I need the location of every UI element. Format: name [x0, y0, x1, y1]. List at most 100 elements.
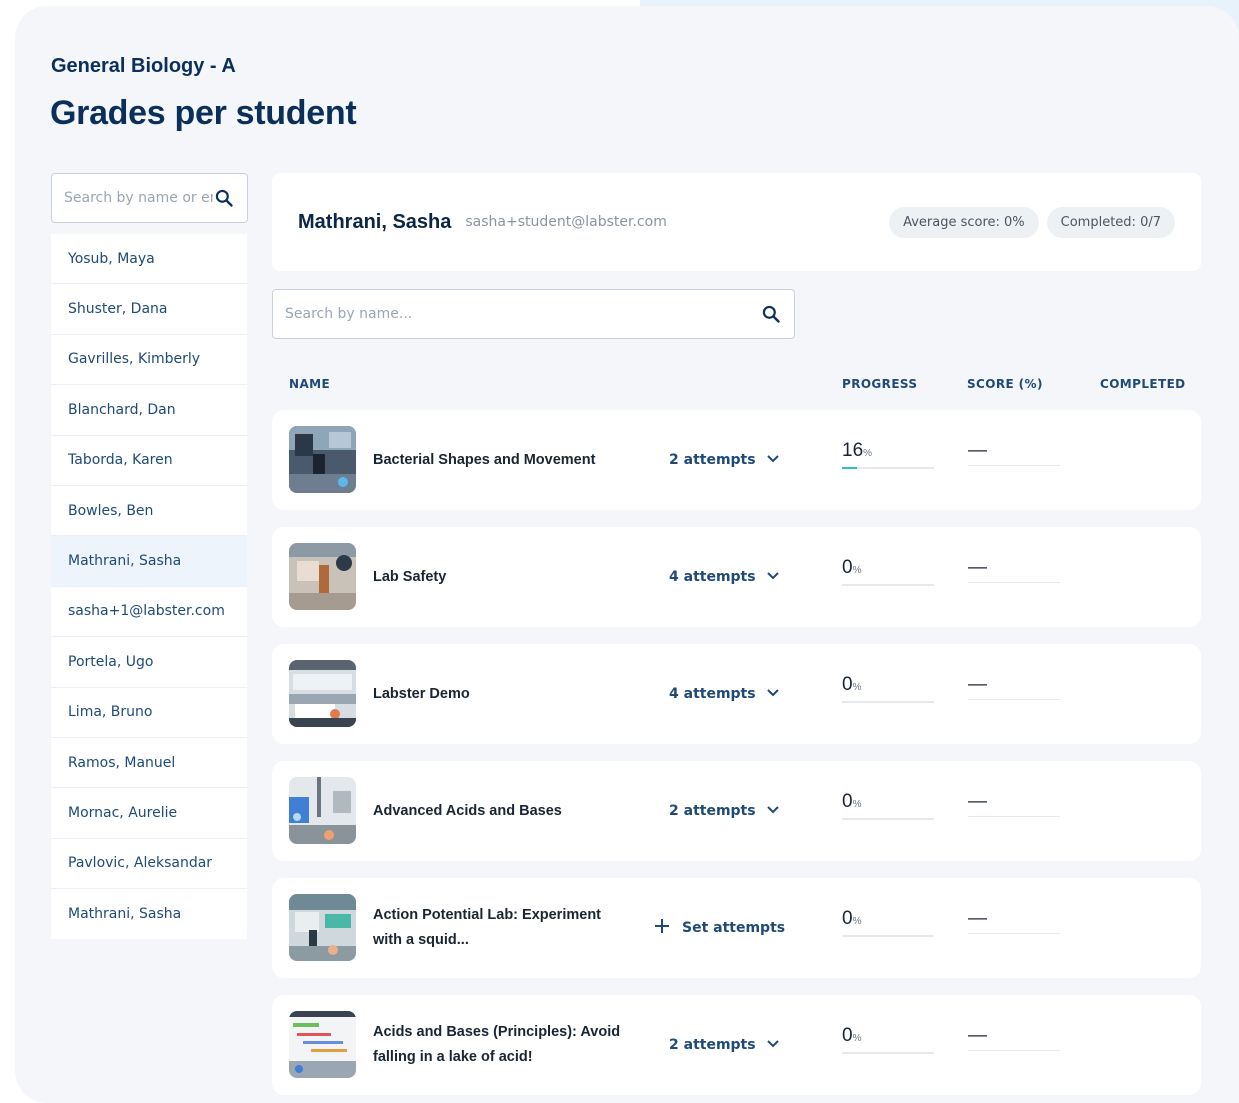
- student-item[interactable]: Taborda, Karen: [51, 436, 247, 486]
- attempts-dropdown[interactable]: 2 attempts: [669, 410, 780, 510]
- attempts-dropdown[interactable]: 4 attempts: [669, 644, 780, 744]
- score-value: —: [968, 908, 987, 929]
- course-thumbnail: [289, 543, 356, 610]
- column-header-progress: PROGRESS: [842, 377, 918, 391]
- course-thumbnail: [289, 660, 356, 727]
- progress-bar: [842, 701, 934, 703]
- student-header-card: Mathrani, Sasha sasha+student@labster.co…: [272, 173, 1201, 271]
- score-cell: —: [968, 908, 1060, 934]
- plus-icon: [654, 918, 670, 938]
- student-search-input[interactable]: [64, 190, 213, 206]
- attempts-label: 2 attempts: [669, 452, 756, 468]
- score-value: —: [968, 440, 987, 461]
- course-name: Acids and Bases (Principles): Avoid fall…: [373, 1024, 621, 1065]
- student-item[interactable]: Shuster, Dana: [51, 284, 247, 335]
- progress-bar: [842, 584, 934, 586]
- course-search-input[interactable]: [285, 306, 760, 322]
- score-value: —: [968, 674, 987, 695]
- attempts-dropdown[interactable]: 4 attempts: [669, 527, 780, 627]
- column-header-completed: COMPLETED: [1100, 377, 1186, 391]
- score-cell: —: [968, 791, 1060, 817]
- progress-bar: [842, 818, 934, 820]
- score-cell: —: [968, 440, 1060, 466]
- course-thumbnail: [289, 777, 356, 844]
- set-attempts-button[interactable]: Set attempts: [654, 878, 785, 978]
- course-name: Lab Safety: [373, 568, 447, 585]
- progress-cell: 0%: [842, 557, 934, 586]
- student-item-selected[interactable]: Mathrani, Sasha: [51, 536, 247, 587]
- student-email: sasha+student@labster.com: [465, 214, 667, 230]
- student-item[interactable]: Yosub, Maya: [51, 234, 247, 285]
- chevron-down-icon: [766, 685, 780, 703]
- course-search-box: [272, 289, 795, 339]
- course-title: General Biology - A: [51, 55, 236, 77]
- student-item[interactable]: Mornac, Aurelie: [51, 788, 247, 839]
- main-panel: General Biology - A Grades per student Y…: [15, 6, 1239, 1103]
- search-icon[interactable]: [760, 303, 782, 325]
- student-item[interactable]: Mathrani, Sasha: [51, 889, 247, 939]
- progress-cell: 0%: [842, 791, 934, 820]
- chevron-down-icon: [766, 802, 780, 820]
- student-list: Yosub, Maya Shuster, Dana Gavrilles, Kim…: [51, 234, 247, 940]
- course-thumbnail: [289, 894, 356, 961]
- attempts-dropdown[interactable]: 2 attempts: [669, 761, 780, 861]
- student-item[interactable]: Gavrilles, Kimberly: [51, 335, 247, 386]
- table-row[interactable]: Labster Demo 4 attempts 0% —: [272, 644, 1201, 744]
- attempts-label: 4 attempts: [669, 569, 756, 585]
- student-item[interactable]: Blanchard, Dan: [51, 385, 247, 436]
- progress-value: 0: [842, 908, 853, 929]
- attempts-label: 4 attempts: [669, 686, 756, 702]
- table-row[interactable]: Bacterial Shapes and Movement 2 attempts…: [272, 410, 1201, 510]
- average-score-badge: Average score: 0%: [889, 206, 1039, 238]
- progress-cell: 0%: [842, 1025, 934, 1054]
- student-search-box: [51, 173, 248, 223]
- course-thumbnail: [289, 1011, 356, 1078]
- table-row[interactable]: Action Potential Lab: Experiment with a …: [272, 878, 1201, 978]
- score-value: —: [968, 557, 987, 578]
- score-value: —: [968, 791, 987, 812]
- progress-value: 16: [842, 440, 864, 461]
- course-name: Bacterial Shapes and Movement: [373, 451, 596, 468]
- progress-bar: [842, 935, 934, 937]
- student-item[interactable]: Pavlovic, Aleksandar: [51, 839, 247, 890]
- score-cell: —: [968, 557, 1060, 583]
- student-item[interactable]: Portela, Ugo: [51, 637, 247, 688]
- chevron-down-icon: [766, 1036, 780, 1054]
- student-item[interactable]: Lima, Bruno: [51, 688, 247, 738]
- student-stats: Average score: 0% Completed: 0/7: [889, 206, 1175, 238]
- completed-badge: Completed: 0/7: [1046, 206, 1175, 238]
- progress-value: 0: [842, 674, 853, 695]
- student-item[interactable]: Bowles, Ben: [51, 486, 247, 537]
- student-item[interactable]: Ramos, Manuel: [51, 738, 247, 789]
- column-header-name: NAME: [289, 377, 331, 391]
- score-cell: —: [968, 1025, 1060, 1051]
- progress-cell: 0%: [842, 674, 934, 703]
- column-header-score: SCORE (%): [967, 377, 1043, 391]
- percent-symbol: %: [863, 448, 873, 459]
- progress-cell: 16%: [842, 440, 934, 469]
- course-name: Action Potential Lab: Experiment with a …: [373, 907, 601, 948]
- percent-symbol: %: [852, 916, 862, 927]
- score-cell: —: [968, 674, 1060, 700]
- progress-bar: [842, 467, 934, 469]
- percent-symbol: %: [852, 799, 862, 810]
- percent-symbol: %: [852, 565, 862, 576]
- progress-fill: [842, 467, 857, 469]
- course-thumbnail: [289, 426, 356, 493]
- attempts-label: 2 attempts: [669, 803, 756, 819]
- progress-value: 0: [842, 1025, 853, 1046]
- table-row[interactable]: Acids and Bases (Principles): Avoid fall…: [272, 995, 1201, 1095]
- score-value: —: [968, 1025, 987, 1046]
- search-icon[interactable]: [213, 187, 235, 209]
- attempts-dropdown[interactable]: 2 attempts: [669, 995, 780, 1095]
- student-name: Mathrani, Sasha: [298, 210, 452, 233]
- table-row[interactable]: Lab Safety 4 attempts 0% —: [272, 527, 1201, 627]
- percent-symbol: %: [852, 1033, 862, 1044]
- student-item[interactable]: sasha+1@labster.com: [51, 587, 247, 638]
- percent-symbol: %: [852, 682, 862, 693]
- progress-bar: [842, 1052, 934, 1054]
- table-row[interactable]: Advanced Acids and Bases 2 attempts 0% —: [272, 761, 1201, 861]
- progress-cell: 0%: [842, 908, 934, 937]
- course-name: Advanced Acids and Bases: [373, 802, 562, 819]
- progress-value: 0: [842, 557, 853, 578]
